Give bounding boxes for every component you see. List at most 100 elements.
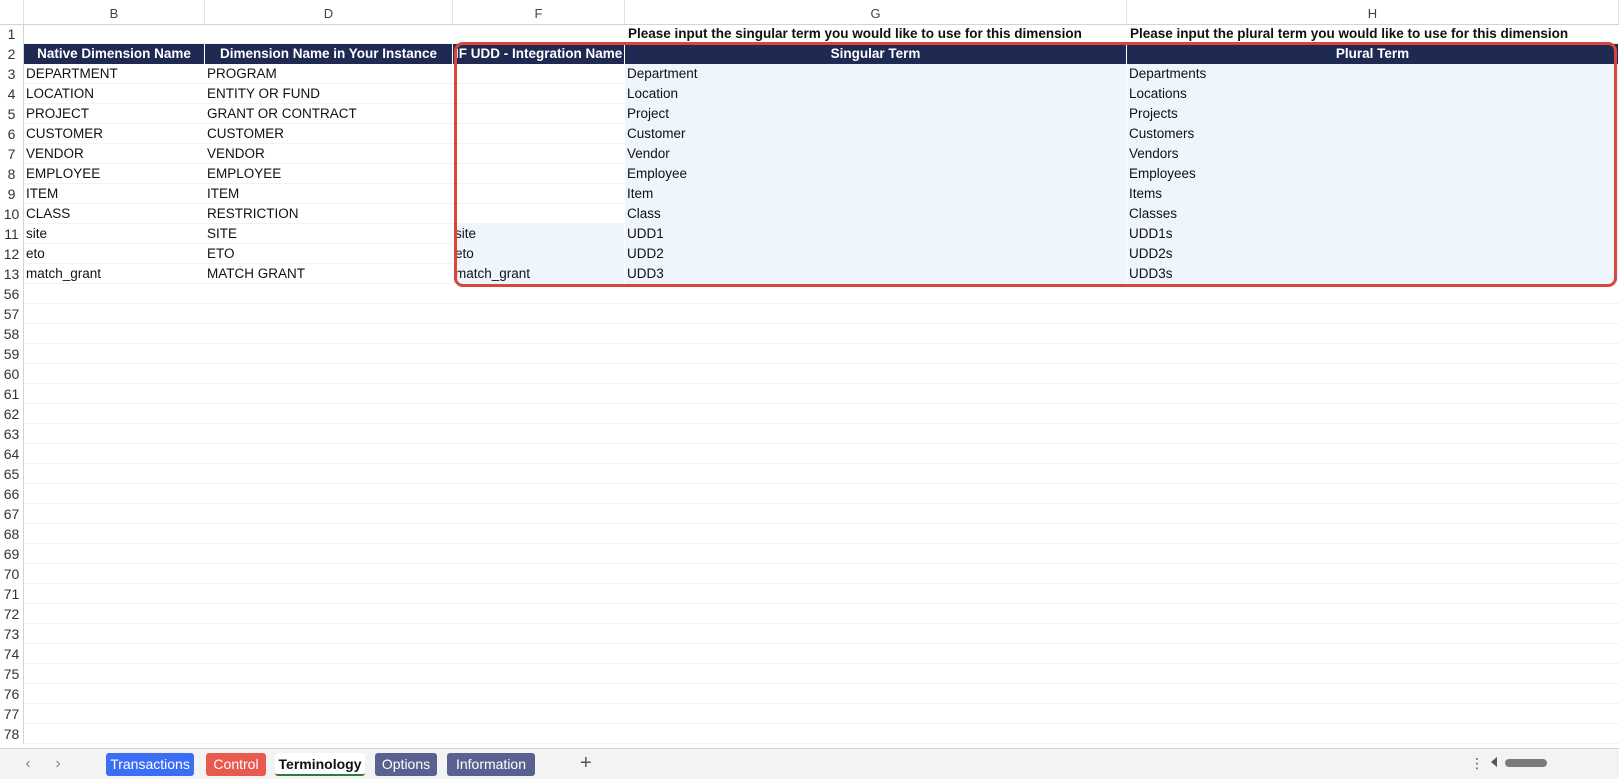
cell-singular[interactable]: UDD3 bbox=[625, 264, 1127, 284]
row-header[interactable]: 9 bbox=[0, 184, 24, 204]
cell-plural[interactable]: Customers bbox=[1127, 124, 1619, 144]
empty-row[interactable] bbox=[24, 724, 1619, 744]
row-header[interactable]: 68 bbox=[0, 524, 24, 544]
cell-integration[interactable] bbox=[453, 204, 625, 224]
cell-singular[interactable]: Item bbox=[625, 184, 1127, 204]
row-header[interactable]: 71 bbox=[0, 584, 24, 604]
cell-plural[interactable]: Items bbox=[1127, 184, 1619, 204]
empty-row[interactable] bbox=[24, 324, 1619, 344]
row-header[interactable]: 63 bbox=[0, 424, 24, 444]
cell-instance[interactable]: RESTRICTION bbox=[205, 204, 453, 224]
cell-instance[interactable]: VENDOR bbox=[205, 144, 453, 164]
tab-information[interactable]: Information bbox=[447, 753, 535, 776]
cell-integration[interactable]: site bbox=[453, 224, 625, 244]
cell-native[interactable]: VENDOR bbox=[24, 144, 205, 164]
empty-row[interactable] bbox=[24, 364, 1619, 384]
row-header[interactable]: 13 bbox=[0, 264, 24, 284]
empty-row[interactable] bbox=[24, 704, 1619, 724]
empty-row[interactable] bbox=[24, 464, 1619, 484]
cell-integration[interactable]: match_grant bbox=[453, 264, 625, 284]
cell-instance[interactable]: GRANT OR CONTRACT bbox=[205, 104, 453, 124]
row-header[interactable]: 56 bbox=[0, 284, 24, 304]
cell-singular[interactable]: Department bbox=[625, 64, 1127, 84]
row-header[interactable]: 64 bbox=[0, 444, 24, 464]
row-header[interactable]: 1 bbox=[0, 24, 24, 44]
empty-row[interactable] bbox=[24, 644, 1619, 664]
cell-plural[interactable]: Locations bbox=[1127, 84, 1619, 104]
row-header[interactable]: 10 bbox=[0, 204, 24, 224]
row-header[interactable]: 61 bbox=[0, 384, 24, 404]
cell-native[interactable]: ITEM bbox=[24, 184, 205, 204]
column-header-f[interactable]: F bbox=[453, 0, 625, 24]
cell-plural[interactable]: UDD3s bbox=[1127, 264, 1619, 284]
cell-plural[interactable]: Vendors bbox=[1127, 144, 1619, 164]
empty-row[interactable] bbox=[24, 544, 1619, 564]
empty-row[interactable] bbox=[24, 384, 1619, 404]
tab-control[interactable]: Control bbox=[206, 753, 266, 776]
row-header[interactable]: 77 bbox=[0, 704, 24, 724]
header-integration-name[interactable]: IF UDD - Integration Name bbox=[453, 44, 625, 64]
row-header[interactable]: 69 bbox=[0, 544, 24, 564]
cell-native[interactable]: CLASS bbox=[24, 204, 205, 224]
cell-integration[interactable] bbox=[453, 184, 625, 204]
cell-native[interactable]: EMPLOYEE bbox=[24, 164, 205, 184]
cell-singular[interactable]: UDD2 bbox=[625, 244, 1127, 264]
header-native-dimension-name[interactable]: Native Dimension Name bbox=[24, 44, 205, 64]
cell-integration[interactable] bbox=[453, 144, 625, 164]
empty-row[interactable] bbox=[24, 624, 1619, 644]
cell-integration[interactable]: eto bbox=[453, 244, 625, 264]
cell-native[interactable]: DEPARTMENT bbox=[24, 64, 205, 84]
cell-integration[interactable] bbox=[453, 84, 625, 104]
vertical-dots-icon[interactable]: ⋮ bbox=[1470, 755, 1484, 772]
row-header[interactable]: 65 bbox=[0, 464, 24, 484]
row-header[interactable]: 72 bbox=[0, 604, 24, 624]
cell-native[interactable]: PROJECT bbox=[24, 104, 205, 124]
cell-instance[interactable]: SITE bbox=[205, 224, 453, 244]
column-header-b[interactable]: B bbox=[24, 0, 205, 24]
row-header[interactable]: 60 bbox=[0, 364, 24, 384]
cell-singular[interactable]: Class bbox=[625, 204, 1127, 224]
chevron-right-icon[interactable]: › bbox=[48, 755, 68, 773]
cell-native[interactable]: match_grant bbox=[24, 264, 205, 284]
scroll-left-icon[interactable] bbox=[1491, 757, 1497, 767]
row-header[interactable]: 5 bbox=[0, 104, 24, 124]
cell-instance[interactable]: CUSTOMER bbox=[205, 124, 453, 144]
cell-singular[interactable]: Customer bbox=[625, 124, 1127, 144]
cell-plural[interactable]: UDD2s bbox=[1127, 244, 1619, 264]
cell-integration[interactable] bbox=[453, 124, 625, 144]
cell-singular[interactable]: Location bbox=[625, 84, 1127, 104]
cell-plural[interactable]: Employees bbox=[1127, 164, 1619, 184]
row-header[interactable]: 2 bbox=[0, 44, 24, 64]
select-all-corner[interactable] bbox=[0, 0, 24, 24]
empty-row[interactable] bbox=[24, 484, 1619, 504]
cell-native[interactable]: eto bbox=[24, 244, 205, 264]
cell-plural[interactable]: Projects bbox=[1127, 104, 1619, 124]
cell-native[interactable]: LOCATION bbox=[24, 84, 205, 104]
empty-row[interactable] bbox=[24, 504, 1619, 524]
header-dimension-name-in-instance[interactable]: Dimension Name in Your Instance bbox=[205, 44, 453, 64]
cell-integration[interactable] bbox=[453, 164, 625, 184]
row-header[interactable]: 57 bbox=[0, 304, 24, 324]
cell-integration[interactable] bbox=[453, 104, 625, 124]
row-header[interactable]: 66 bbox=[0, 484, 24, 504]
empty-row[interactable] bbox=[24, 584, 1619, 604]
row-header[interactable]: 59 bbox=[0, 344, 24, 364]
row-header[interactable]: 4 bbox=[0, 84, 24, 104]
empty-row[interactable] bbox=[24, 684, 1619, 704]
column-header-h[interactable]: H bbox=[1127, 0, 1619, 24]
empty-row[interactable] bbox=[24, 604, 1619, 624]
cell-instance[interactable]: MATCH GRANT bbox=[205, 264, 453, 284]
plus-icon[interactable]: + bbox=[580, 752, 592, 775]
cell-plural[interactable]: Classes bbox=[1127, 204, 1619, 224]
empty-row[interactable] bbox=[24, 424, 1619, 444]
tab-terminology[interactable]: Terminology bbox=[275, 753, 365, 776]
empty-row[interactable] bbox=[24, 444, 1619, 464]
cell-native[interactable]: CUSTOMER bbox=[24, 124, 205, 144]
cell-instance[interactable]: ITEM bbox=[205, 184, 453, 204]
cell-plural[interactable]: Departments bbox=[1127, 64, 1619, 84]
column-header-d[interactable]: D bbox=[205, 0, 453, 24]
row-header[interactable]: 70 bbox=[0, 564, 24, 584]
empty-row[interactable] bbox=[24, 524, 1619, 544]
row-header[interactable]: 74 bbox=[0, 644, 24, 664]
header-singular-term[interactable]: Singular Term bbox=[625, 44, 1127, 64]
